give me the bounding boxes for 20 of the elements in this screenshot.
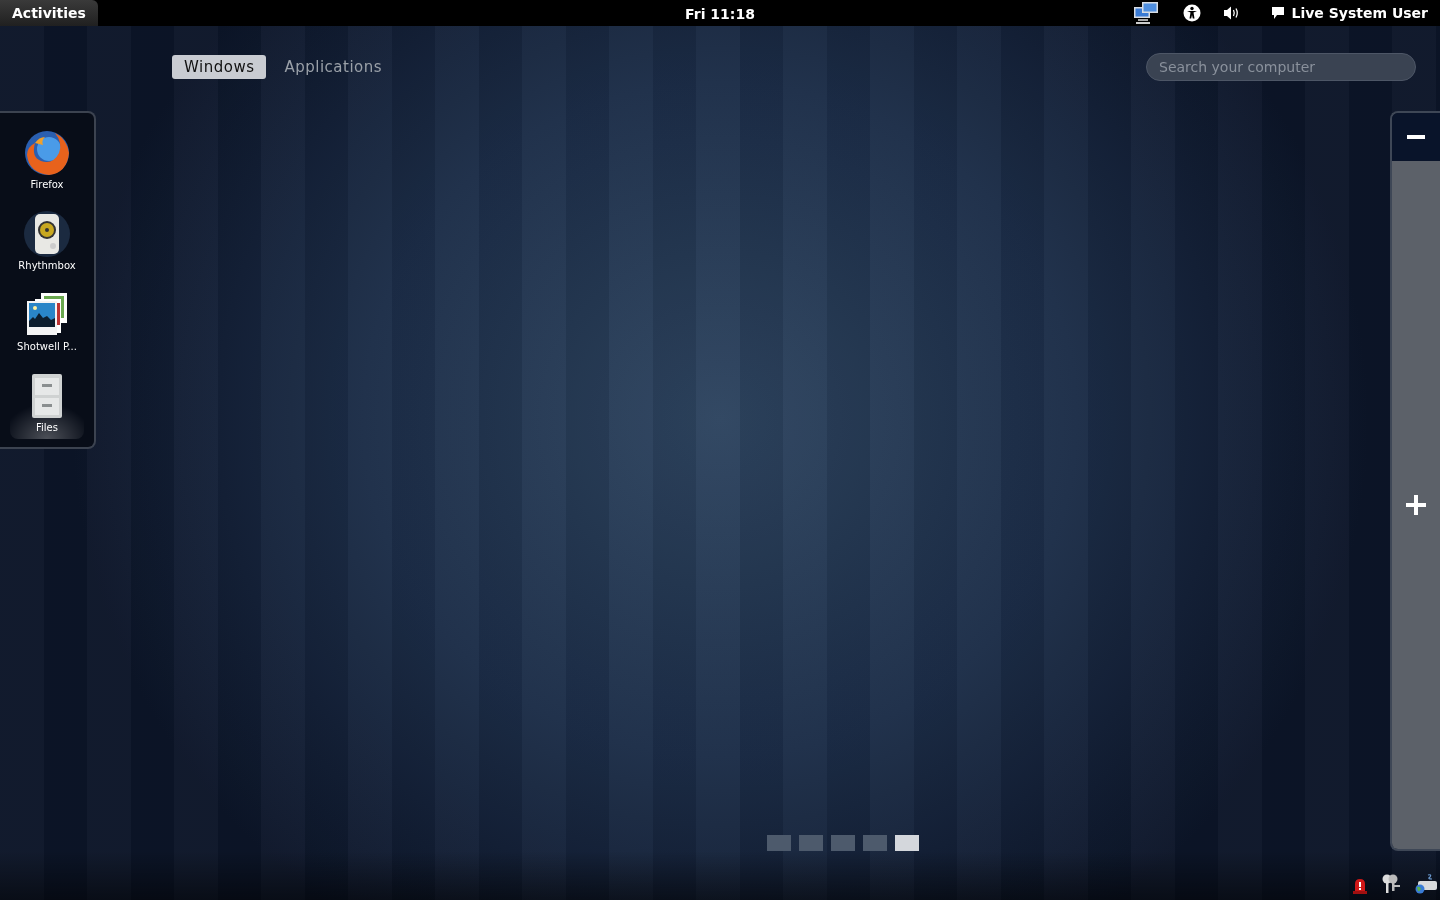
globe-fox-icon [23, 129, 71, 177]
dash-item[interactable]: Shotwell P... [10, 287, 84, 358]
plus-icon[interactable] [1406, 495, 1426, 515]
chat-bubble-icon [1271, 6, 1286, 20]
dash-item[interactable]: Rhythmbox [10, 206, 84, 277]
app-label: Files [36, 422, 58, 433]
speaker-icon [23, 210, 71, 258]
keys-icon[interactable] [1380, 874, 1402, 894]
search-field[interactable]: Search your computer [1146, 53, 1416, 81]
dash-item[interactable]: Firefox [10, 125, 84, 196]
alert-icon[interactable] [1352, 878, 1368, 894]
view-tab[interactable]: Applications [272, 55, 395, 79]
app-label: Rhythmbox [18, 260, 76, 271]
app-label: Shotwell P... [17, 341, 77, 352]
keyboard-globe-icon[interactable] [1414, 874, 1438, 894]
activities-button[interactable]: Activities [0, 0, 98, 26]
view-tab[interactable]: Windows [172, 55, 267, 79]
app-label: Firefox [30, 179, 64, 190]
clock[interactable]: Fri 11:18 [685, 5, 755, 22]
accessibility-icon[interactable] [1183, 4, 1202, 22]
